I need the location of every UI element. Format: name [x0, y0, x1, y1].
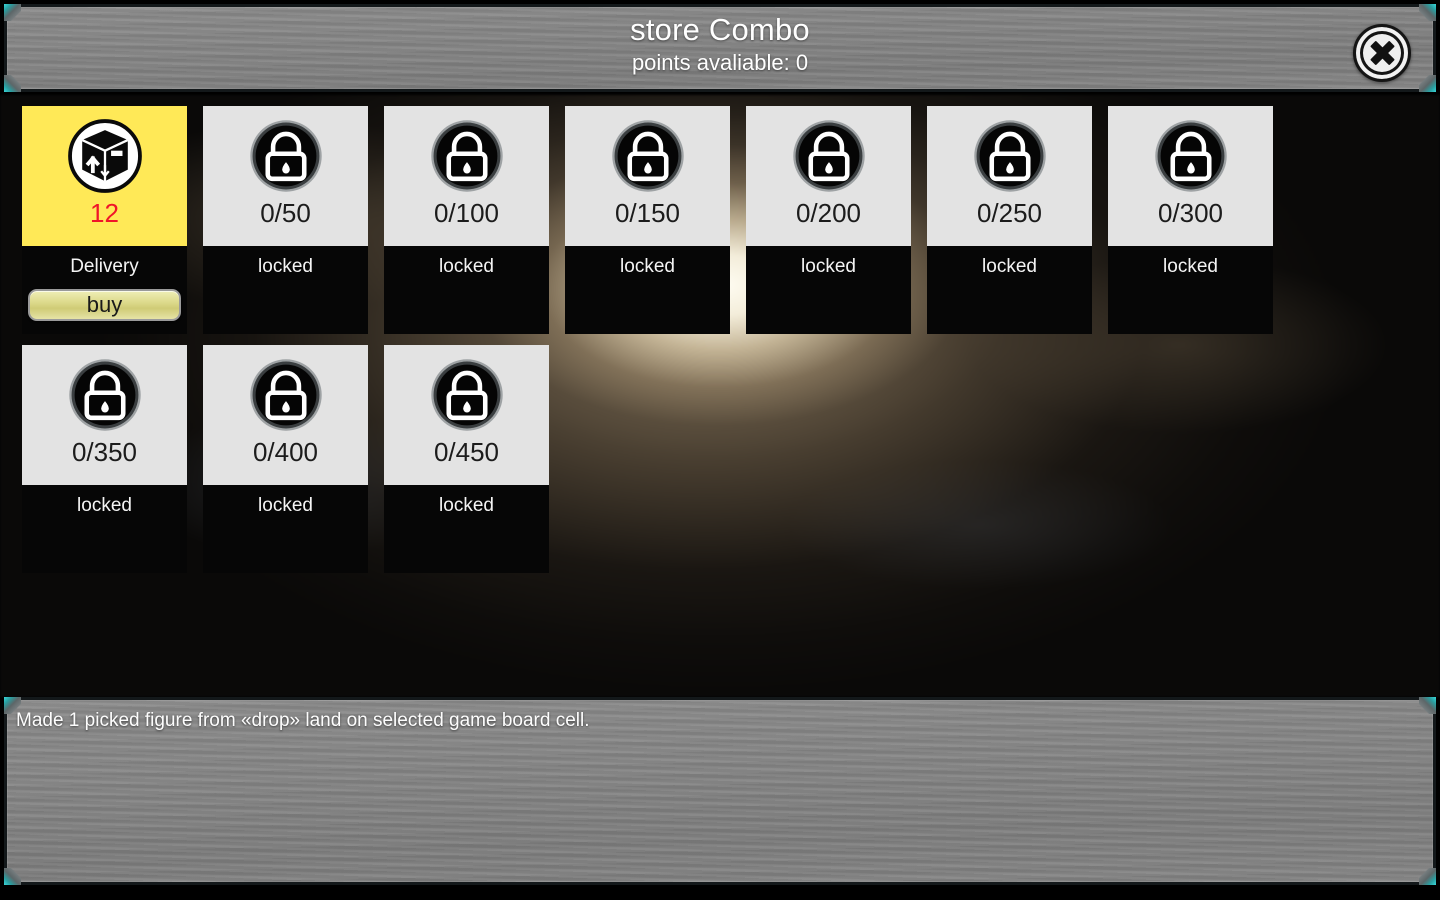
lock-icon [430, 120, 503, 192]
store-item-grid: 12 Delivery buy 0/50 locked 0/100 locked 0/150 l… [22, 106, 1422, 573]
store-card[interactable]: 0/250 locked [927, 106, 1092, 334]
store-card-icon-area: 0/250 [927, 106, 1092, 246]
store-card[interactable]: 0/400 locked [203, 345, 368, 573]
delivery-box-icon [67, 119, 142, 193]
corner-accent-bottom-right [1419, 868, 1436, 885]
corner-accent-bottom-left [4, 75, 21, 92]
lock-icon [249, 120, 322, 192]
store-card[interactable]: 0/450 locked [384, 345, 549, 573]
corner-accent-bottom-right [1419, 75, 1436, 92]
store-card-count: 0/450 [433, 437, 500, 467]
store-card-icon-area: 0/200 [746, 106, 911, 246]
description-panel: Made 1 picked figure from «drop» land on… [4, 697, 1436, 885]
store-card-info: Delivery buy [22, 246, 187, 334]
store-card-info: locked [746, 246, 911, 334]
lock-icon [792, 120, 865, 192]
buy-button[interactable]: buy [28, 289, 181, 321]
store-card-label: locked [258, 256, 313, 277]
store-card[interactable]: 12 Delivery buy [22, 106, 187, 334]
store-screen: store Combo points avaliable: 0 12 Delive… [0, 0, 1440, 900]
points-available-label: points avaliable: 0 [631, 50, 809, 75]
page-title: store Combo [630, 12, 810, 47]
store-card-info: locked [384, 246, 549, 334]
header-panel: store Combo points avaliable: 0 [4, 4, 1436, 92]
lock-icon [611, 120, 684, 192]
store-card-count: 0/250 [976, 198, 1043, 228]
store-card-count: 0/350 [71, 437, 138, 467]
store-card-icon-area: 0/50 [203, 106, 368, 246]
store-card-info: locked [1108, 246, 1273, 334]
store-card-icon-area: 0/350 [22, 345, 187, 485]
store-card[interactable]: 0/50 locked [203, 106, 368, 334]
corner-accent-top-right [1419, 697, 1436, 714]
store-card-count: 0/150 [614, 198, 681, 228]
lock-icon [973, 120, 1046, 192]
item-description-text: Made 1 picked figure from «drop» land on… [16, 710, 590, 731]
store-card-icon-area: 0/450 [384, 345, 549, 485]
store-card-label: Delivery [70, 256, 139, 277]
store-card-count: 0/300 [1157, 198, 1224, 228]
store-card[interactable]: 0/300 locked [1108, 106, 1273, 334]
store-card-label: locked [801, 256, 856, 277]
lock-icon [249, 359, 322, 431]
store-card-label: locked [439, 495, 494, 516]
store-card-info: locked [565, 246, 730, 334]
store-card-info: locked [203, 485, 368, 573]
lock-icon [68, 359, 141, 431]
store-card-count: 0/100 [433, 198, 500, 228]
store-card-count: 0/50 [260, 198, 311, 228]
store-card-info: locked [203, 246, 368, 334]
store-card-icon-area: 0/300 [1108, 106, 1273, 246]
store-card[interactable]: 0/350 locked [22, 345, 187, 573]
store-card[interactable]: 0/100 locked [384, 106, 549, 334]
store-card-count: 0/400 [252, 437, 319, 467]
store-card-label: locked [620, 256, 675, 277]
store-card-info: locked [22, 485, 187, 573]
store-card-label: locked [1163, 256, 1218, 277]
store-card-icon-area: 12 [22, 106, 187, 246]
header-titles: store Combo points avaliable: 0 [7, 11, 1433, 77]
lock-icon [430, 359, 503, 431]
store-card-info: locked [927, 246, 1092, 334]
close-button[interactable] [1353, 24, 1411, 82]
store-card-label: locked [439, 256, 494, 277]
store-card-count: 0/200 [795, 198, 862, 228]
store-card-info: locked [384, 485, 549, 573]
store-card[interactable]: 0/200 locked [746, 106, 911, 334]
store-card-icon-area: 0/150 [565, 106, 730, 246]
lock-icon [1154, 120, 1227, 192]
store-card-icon-area: 0/400 [203, 345, 368, 485]
corner-accent-bottom-left [4, 868, 21, 885]
store-card-count: 12 [90, 198, 119, 228]
store-card-icon-area: 0/100 [384, 106, 549, 246]
store-card[interactable]: 0/150 locked [565, 106, 730, 334]
store-card-label: locked [258, 495, 313, 516]
store-card-label: locked [77, 495, 132, 516]
store-card-label: locked [982, 256, 1037, 277]
